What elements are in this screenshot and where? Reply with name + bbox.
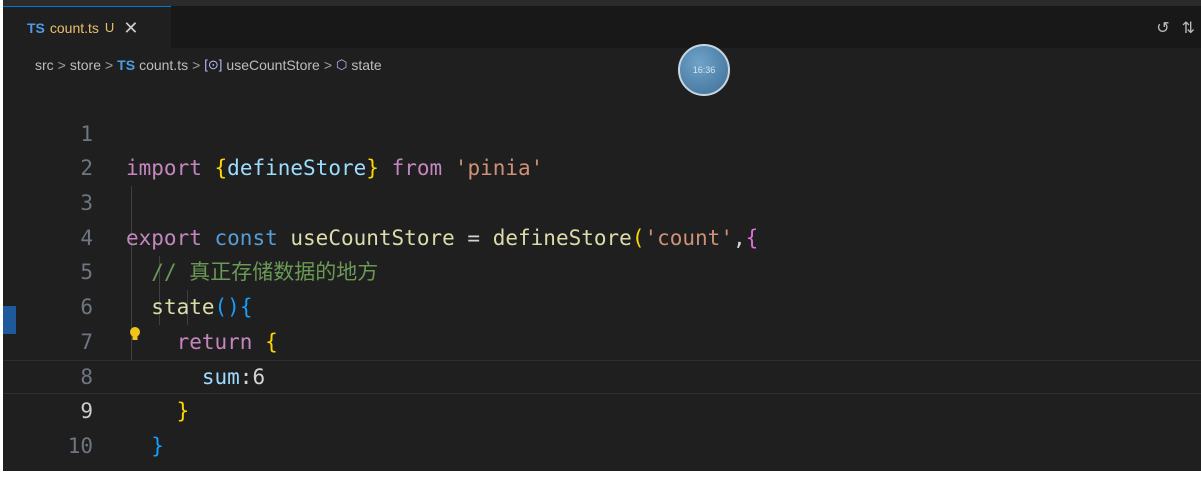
breadcrumb-state[interactable]: state — [351, 57, 381, 73]
typescript-icon: TS — [27, 19, 45, 36]
breadcrumb-separator: > — [104, 57, 114, 73]
method-icon: ⬡ — [336, 57, 348, 72]
code-text: } — [151, 433, 164, 458]
breadcrumb-separator: > — [192, 57, 201, 73]
breadcrumb-count-ts[interactable]: count.ts — [139, 57, 188, 73]
timeline-history-icon[interactable]: ↺ — [1156, 18, 1169, 38]
compare-changes-icon[interactable]: ⇅ — [1182, 18, 1195, 38]
code-line[interactable]: 6 return { — [3, 255, 1201, 354]
close-tab-icon[interactable]: ✕ — [123, 19, 138, 37]
code-editor[interactable]: 1 import {defineStore} from 'pinia' 2 3 … — [3, 82, 1201, 471]
tab-filename: count.ts — [49, 19, 99, 36]
code-line[interactable]: 4 // 真正存储数据的地方 — [3, 186, 1201, 285]
code-line[interactable]: 10 }) — [3, 394, 1201, 471]
tab-bar: TS count.ts U ✕ ↺ ⇅ — [3, 6, 1201, 48]
typescript-icon: TS — [117, 57, 136, 73]
breadcrumb-usecountstore[interactable]: useCountStore — [226, 57, 319, 73]
code-line[interactable]: 8 } — [3, 325, 1201, 424]
code-text: }) — [126, 464, 151, 471]
breadcrumb-store[interactable]: store — [70, 57, 101, 73]
tab-count-ts[interactable]: TS count.ts U ✕ — [3, 6, 171, 48]
editor-window: TS count.ts U ✕ ↺ ⇅ src > store > TS cou… — [3, 0, 1201, 471]
line-number: 10 — [67, 433, 93, 458]
code-line[interactable]: 1 import {defineStore} from 'pinia' — [3, 82, 1201, 181]
breadcrumb-src[interactable]: src — [35, 57, 54, 73]
code-line[interactable]: 7 sum:6 — [3, 290, 1201, 389]
breadcrumb: src > store > TS count.ts > [⊙] useCount… — [35, 57, 382, 73]
code-line[interactable]: 2 — [3, 117, 1201, 180]
breadcrumb-separator: > — [323, 57, 332, 73]
code-line[interactable]: 5 state(){ — [3, 221, 1201, 319]
variable-icon: [⊙] — [204, 57, 223, 72]
code-line[interactable]: 3 export const useCountStore = defineSto… — [3, 151, 1201, 250]
untracked-badge: U — [104, 20, 115, 35]
code-line-current[interactable]: 9 } — [3, 360, 1201, 458]
breadcrumb-separator: > — [57, 57, 66, 73]
editor-actions: ↺ ⇅ — [1156, 18, 1195, 38]
lightbulb-icon[interactable] — [129, 326, 141, 346]
